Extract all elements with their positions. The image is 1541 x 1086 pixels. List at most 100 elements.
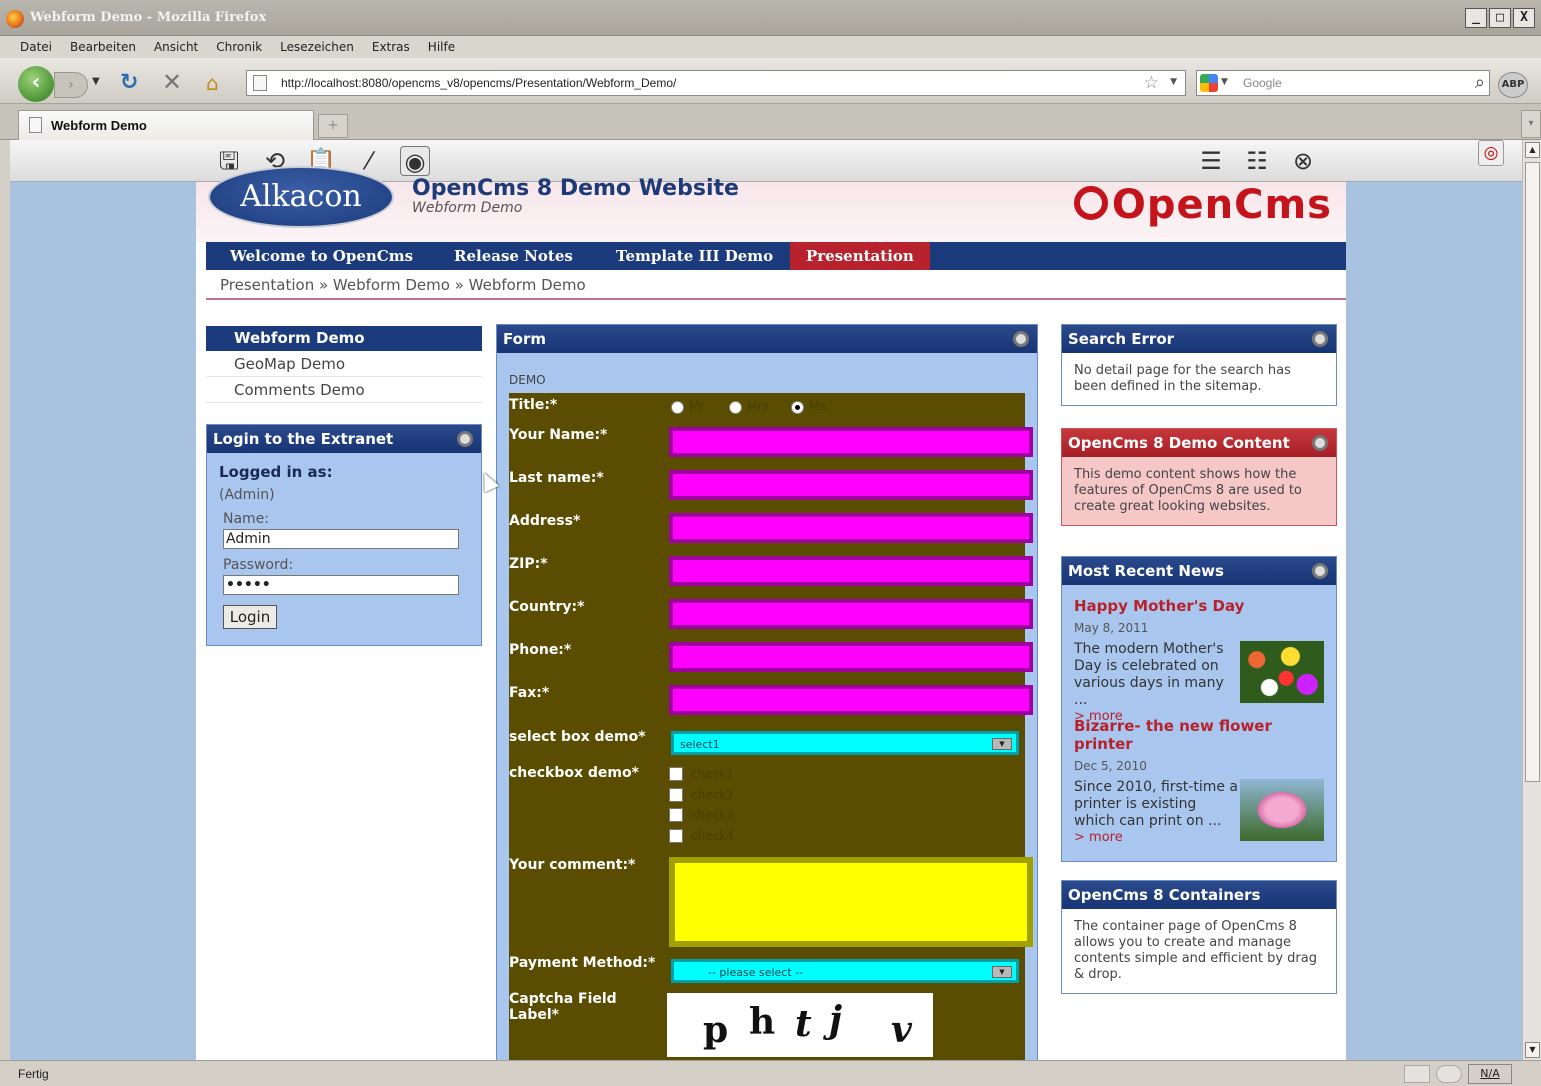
nav-template-iii-demo[interactable]: Template III Demo <box>600 242 789 270</box>
last-name-input[interactable] <box>669 470 1033 500</box>
menu-hilfe[interactable]: Hilfe <box>428 40 455 54</box>
scroll-up-button[interactable]: ▲ <box>1525 142 1540 158</box>
phone-input[interactable] <box>669 642 1033 672</box>
address-input[interactable] <box>669 513 1033 543</box>
google-icon[interactable] <box>1200 74 1218 92</box>
adblock-button[interactable]: ABP <box>1498 72 1528 98</box>
magic-wand-icon[interactable]: ⁄ <box>354 146 384 176</box>
stop-icon[interactable]: ✕ <box>162 68 182 96</box>
payment-select-arrow-icon[interactable]: ▼ <box>992 966 1012 978</box>
leftnav-comments-demo[interactable]: Comments Demo <box>206 377 482 403</box>
search-engine-dropdown-icon[interactable]: ▼ <box>1221 77 1228 87</box>
reload-icon[interactable]: ↻ <box>120 70 138 95</box>
title-radio-ms[interactable] <box>791 401 804 414</box>
menu-ansicht[interactable]: Ansicht <box>154 40 198 54</box>
containers-header: OpenCms 8 Containers <box>1062 881 1336 909</box>
news-date: Dec 5, 2010 <box>1074 759 1147 773</box>
checkbox-1[interactable] <box>669 767 683 781</box>
menu-lesezeichen[interactable]: Lesezeichen <box>280 40 354 54</box>
title-radio-mrs[interactable] <box>729 401 742 414</box>
main-navigation: Welcome to OpenCms Release Notes Templat… <box>206 242 1346 270</box>
url-text[interactable]: http://localhost:8080/opencms_v8/opencms… <box>281 76 676 90</box>
maximize-button[interactable]: □ <box>1489 8 1511 28</box>
news-more-link[interactable]: > more <box>1074 709 1324 724</box>
menu-datei[interactable]: Datei <box>20 40 52 54</box>
webform: Title:* Mr Mrs Ms Your Name:* Last name:… <box>509 393 1033 1060</box>
history-dropdown-icon[interactable]: ▼ <box>92 76 100 87</box>
save-icon[interactable]: 🖫 <box>214 146 244 176</box>
new-tab-button[interactable]: + <box>318 114 348 138</box>
status-indicator-icon[interactable] <box>1436 1065 1462 1083</box>
payment-select[interactable]: -- please select -- ▼ <box>671 959 1019 983</box>
leftnav-webform-demo[interactable]: Webform Demo <box>206 326 482 351</box>
country-input[interactable] <box>669 599 1033 629</box>
address-bar[interactable]: http://localhost:8080/opencms_v8/opencms… <box>246 70 1186 96</box>
login-button[interactable]: Login <box>223 605 277 629</box>
tab-webform-demo[interactable]: Webform Demo <box>18 110 314 140</box>
search-icon[interactable]: ⌕ <box>1475 72 1485 93</box>
title-radio-mr[interactable] <box>671 401 684 414</box>
select-box-label: select box demo* <box>509 729 646 745</box>
nav-welcome[interactable]: Welcome to OpenCms <box>214 242 429 270</box>
leftnav-geomap-demo[interactable]: GeoMap Demo <box>206 351 482 377</box>
search-error-box: Search Error No detail page for the sear… <box>1061 324 1337 406</box>
search-bar[interactable]: ▼ Google ⌕ <box>1196 70 1490 96</box>
breadcrumb-divider <box>206 298 1346 300</box>
flowers-image[interactable] <box>1240 641 1324 703</box>
edit-point-icon[interactable] <box>1312 563 1328 579</box>
scroll-down-button[interactable]: ▼ <box>1525 1042 1540 1058</box>
menu-extras[interactable]: Extras <box>372 40 410 54</box>
comment-textarea[interactable] <box>669 857 1033 947</box>
password-input[interactable]: ••••• <box>223 575 459 595</box>
left-navigation: Webform Demo GeoMap Demo Comments Demo <box>206 326 482 403</box>
opencms-logo[interactable]: OpenCms <box>1073 182 1332 228</box>
exit-icon[interactable]: ⊗ <box>1288 146 1318 176</box>
recent-news-box: Most Recent News Happy Mother's Day May … <box>1061 556 1337 862</box>
nav-presentation[interactable]: Presentation <box>790 242 930 270</box>
first-name-input[interactable] <box>669 427 1033 457</box>
alkacon-logo[interactable]: Alkacon <box>208 166 394 228</box>
form-title: Form <box>503 330 546 348</box>
edit-point-icon[interactable] <box>457 431 473 447</box>
checkbox-2[interactable] <box>669 788 683 802</box>
edit-point-icon[interactable] <box>1312 331 1328 347</box>
zip-input[interactable] <box>669 556 1033 586</box>
nav-release-notes[interactable]: Release Notes <box>438 242 589 270</box>
sitemap-icon[interactable]: ☷ <box>1242 146 1272 176</box>
edit-point-icon[interactable] <box>1312 435 1328 451</box>
tulip-image[interactable] <box>1240 779 1324 841</box>
search-input[interactable]: Google <box>1243 76 1282 90</box>
addon-icon[interactable] <box>1404 1065 1430 1083</box>
containers-title: OpenCms 8 Containers <box>1068 886 1261 904</box>
site-title: OpenCms 8 Demo Website <box>412 176 739 201</box>
vertical-scrollbar[interactable]: ▲ ▼ <box>1522 140 1541 1060</box>
menu-bearbeiten[interactable]: Bearbeiten <box>70 40 136 54</box>
scroll-thumb[interactable] <box>1525 162 1540 782</box>
breadcrumb[interactable]: Presentation » Webform Demo » Webform De… <box>220 276 586 294</box>
bookmark-star-icon[interactable]: ☆ <box>1144 73 1159 93</box>
tab-list-button[interactable]: ▾ <box>1521 110 1541 138</box>
news-title[interactable]: Happy Mother's Day <box>1074 597 1324 615</box>
checkbox-3[interactable] <box>669 808 683 822</box>
fax-input[interactable] <box>669 685 1033 715</box>
menu-chronik[interactable]: Chronik <box>216 40 262 54</box>
select-box-arrow-icon[interactable]: ▼ <box>992 738 1012 750</box>
select-box[interactable]: select1 ▼ <box>671 731 1019 755</box>
news-text: Since 2010, first-time a printer is exis… <box>1074 779 1239 829</box>
home-icon[interactable]: ⌂ <box>206 71 219 95</box>
url-dropdown-icon[interactable]: ▼ <box>1170 77 1177 87</box>
name-input[interactable]: Admin <box>223 529 459 549</box>
close-button[interactable]: X <box>1513 8 1535 28</box>
phone-label: Phone:* <box>509 642 572 658</box>
menu-bar: Datei Bearbeiten Ansicht Chronik Lesezei… <box>0 36 1541 58</box>
checkbox-4[interactable] <box>669 829 683 843</box>
publish-icon[interactable]: ☰ <box>1196 146 1226 176</box>
checkbox-1-label: check1 <box>691 767 734 781</box>
toolbar-toggle-icon[interactable]: ◎ <box>1478 140 1504 166</box>
edit-mode-icon[interactable]: ◉ <box>400 146 430 176</box>
status-na[interactable]: N/A <box>1468 1064 1512 1084</box>
forward-button[interactable]: › <box>54 72 88 98</box>
edit-point-icon[interactable] <box>1013 331 1029 347</box>
minimize-button[interactable]: _ <box>1465 8 1487 28</box>
back-button[interactable]: ‹ <box>18 66 54 102</box>
